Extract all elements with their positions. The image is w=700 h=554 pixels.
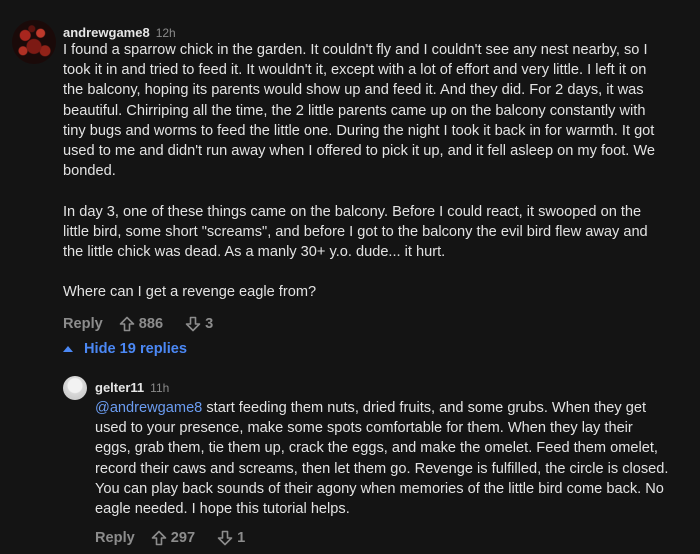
- upvote-count: 297: [170, 530, 196, 546]
- comment-actions: Reply 886 3: [63, 316, 213, 332]
- user-mention-link[interactable]: @andrewgame8: [95, 400, 202, 416]
- comment-main: andrewgame8 12h I found a sparrow chick …: [0, 0, 700, 340]
- timestamp: 12h: [155, 26, 176, 40]
- downvote-count: 3: [205, 316, 214, 332]
- hide-replies-button[interactable]: Hide 19 replies: [62, 341, 187, 357]
- reply-text: start feeding them nuts, dried fruits, a…: [95, 400, 669, 518]
- comment-paragraph: I found a sparrow chick in the garden. I…: [63, 42, 656, 180]
- comment-header: gelter11 11h: [95, 380, 169, 395]
- comment-body: I found a sparrow chick in the garden. I…: [63, 40, 663, 303]
- username[interactable]: andrewgame8: [63, 25, 150, 40]
- avatar[interactable]: [12, 20, 56, 64]
- comment-actions: Reply 297 1: [95, 530, 245, 546]
- hide-replies-label: Hide 19 replies: [84, 341, 188, 357]
- comment-body: @andrewgame8 start feeding them nuts, dr…: [95, 398, 670, 519]
- downvote-button[interactable]: 1: [217, 530, 245, 546]
- upvote-button[interactable]: 886: [119, 316, 163, 332]
- reply-button[interactable]: Reply: [95, 530, 135, 546]
- arrow-up-icon: [151, 530, 167, 546]
- comment-paragraph: Where can I get a revenge eagle from?: [63, 284, 317, 301]
- timestamp: 11h: [150, 381, 170, 395]
- comment-paragraph: @andrewgame8 start feeding them nuts, dr…: [95, 398, 670, 519]
- username[interactable]: gelter11: [95, 380, 144, 395]
- arrow-down-icon: [217, 530, 233, 546]
- arrow-up-icon: [119, 316, 135, 332]
- upvote-count: 886: [138, 316, 164, 332]
- upvote-button[interactable]: 297: [151, 530, 195, 546]
- comment-paragraph: In day 3, one of these things came on th…: [63, 203, 648, 261]
- comment-header: andrewgame8 12h: [63, 25, 176, 40]
- reply-button[interactable]: Reply: [63, 316, 103, 332]
- downvote-button[interactable]: 3: [185, 316, 213, 332]
- caret-up-icon: [63, 346, 73, 352]
- arrow-down-icon: [185, 316, 201, 332]
- downvote-count: 1: [237, 530, 246, 546]
- avatar[interactable]: [63, 376, 87, 400]
